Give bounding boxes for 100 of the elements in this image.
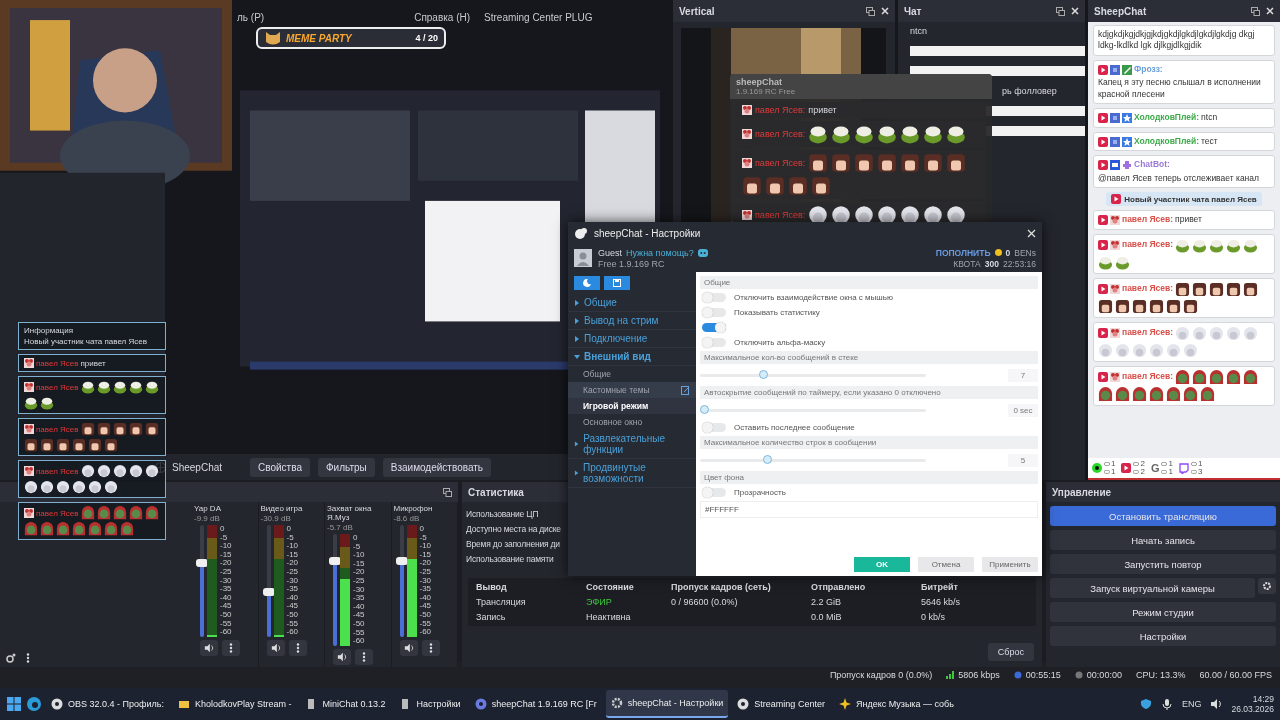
taskbar-app[interactable]: sheepChat 1.9.169 RC [Fr [469,690,602,718]
close-icon[interactable] [1266,7,1274,15]
windows-icon[interactable] [6,696,22,712]
helmet-frog-icon [1243,369,1259,385]
shield-icon[interactable] [1139,698,1152,710]
nav-subitem[interactable]: Основное окно [568,414,696,430]
browser-icon[interactable] [26,696,42,712]
nav-subitem[interactable]: Общие [568,366,696,382]
menu-item[interactable]: Справка (H) [414,12,471,23]
language-indicator[interactable]: ENG [1181,699,1202,709]
comment-icon [1190,470,1197,474]
value-field[interactable]: 0 sec [1008,403,1038,417]
slider-thumb[interactable] [758,369,768,379]
settings-icon[interactable] [6,653,16,663]
menu-button[interactable] [222,640,240,656]
value-field[interactable]: 5 [1008,453,1038,467]
volume-slider[interactable] [399,525,404,637]
mute-button[interactable] [266,640,285,656]
microphone-icon[interactable] [1160,698,1173,710]
username: павел Ясев: [755,210,806,220]
topup-link[interactable]: ПОПОЛНИТЬ [935,247,991,258]
close-icon[interactable] [881,7,889,15]
save-button[interactable] [604,276,630,290]
platform-counter[interactable]: 1 3 [1178,460,1203,476]
speaker-icon[interactable] [1210,698,1223,710]
color-field[interactable]: #FFFFFF [700,501,1038,518]
edit-icon[interactable] [681,385,690,395]
float-icon[interactable] [1251,6,1260,16]
toggle-switch[interactable] [702,293,726,302]
toolbar-button[interactable]: Фильтры [317,457,375,477]
chat-icon [1178,462,1189,474]
slider-thumb[interactable] [762,454,772,464]
menu-button[interactable] [288,640,307,656]
float-icon[interactable] [866,6,875,16]
toggle-switch[interactable] [702,423,726,432]
record-icon [1074,671,1083,679]
toggle-switch[interactable] [702,308,726,317]
theme-button[interactable] [574,276,600,290]
slider-thumb[interactable] [700,404,709,414]
control-button[interactable]: Запустить повтор [1050,554,1276,574]
control-button[interactable]: Начать запись [1050,530,1276,550]
control-button[interactable]: Режим студии [1050,602,1276,622]
scale-label: -55 [286,619,299,629]
platform-counter[interactable]: 1 1 [1092,460,1116,476]
more-icon[interactable] [26,653,30,663]
head-icon [1226,281,1242,297]
taskbar-app[interactable]: OBS 32.0.4 - Профиль: [46,690,169,718]
value-field[interactable]: 7 [1008,368,1038,382]
play-icon [1098,64,1108,75]
control-button[interactable]: Запуск виртуальной камеры [1050,578,1255,598]
message-text: привет [80,358,106,368]
platform-counter[interactable]: G 1 1 [1150,460,1173,476]
nav-subitem[interactable]: Игровой режим [568,398,696,414]
play-icon [1098,284,1108,295]
mute-button[interactable] [200,640,218,656]
menu-item[interactable]: Streaming Center PLUG [484,12,593,23]
toolbar-button[interactable]: Свойства [250,457,310,477]
menu-item[interactable]: ль (P) [237,12,265,23]
controller-icon[interactable] [697,248,708,257]
scale-label: -35 [220,585,232,594]
toggle-switch[interactable] [702,323,726,332]
taskbar-app[interactable]: MiniChat 0.13.2 [300,690,391,718]
slider-thumb[interactable] [196,559,208,568]
head-icon [900,153,921,173]
float-icon[interactable] [1056,6,1065,16]
taskbar-app[interactable]: Яндекс Музыка — собь [833,690,959,718]
menu-button[interactable] [355,649,373,665]
close-icon[interactable] [1071,7,1079,15]
taskbar-app[interactable]: Streaming Center [732,690,830,718]
slider-thumb[interactable] [329,556,341,565]
platform-counter[interactable]: 2 2 [1121,460,1145,476]
toggle-label: Прозрачность [734,488,786,497]
slider-thumb[interactable] [262,588,275,597]
float-icon[interactable] [443,487,452,497]
version-label: 1.9.169 RC Free [736,87,797,96]
toggle-switch[interactable] [702,338,726,347]
close-icon[interactable] [1027,228,1036,238]
menu-button[interactable] [421,640,440,656]
username: павел Ясев: [1122,239,1174,251]
taskbar-app[interactable]: Настройки [394,690,466,718]
dialog-button[interactable]: Применить [982,557,1038,572]
help-link[interactable]: Нужна помощь? [626,247,694,258]
mute-button[interactable] [333,649,351,665]
save-icon [613,279,621,287]
volume-slider[interactable] [266,525,271,637]
toolbar-button[interactable]: Взаимодействовать [382,457,492,477]
mute-button[interactable] [399,640,418,656]
scale-label: -20 [353,568,365,578]
slider-thumb[interactable] [395,556,408,565]
control-button[interactable]: Настройки [1050,626,1276,646]
frog-icon [24,396,38,410]
settings-button[interactable] [1258,578,1276,594]
control-button[interactable]: Остановить трансляцию [1050,506,1276,526]
scale-label: -20 [286,559,299,569]
taskbar-app[interactable]: KholodkovPlay Stream - [172,690,297,718]
dialog-button[interactable]: Отмена [918,557,974,572]
reset-button[interactable]: Сброс [987,643,1034,661]
toggle-switch[interactable] [702,488,726,497]
taskbar-app[interactable]: sheepChat - Настройки [605,690,729,718]
nav-subitem[interactable]: Кастомные темы [568,382,696,398]
